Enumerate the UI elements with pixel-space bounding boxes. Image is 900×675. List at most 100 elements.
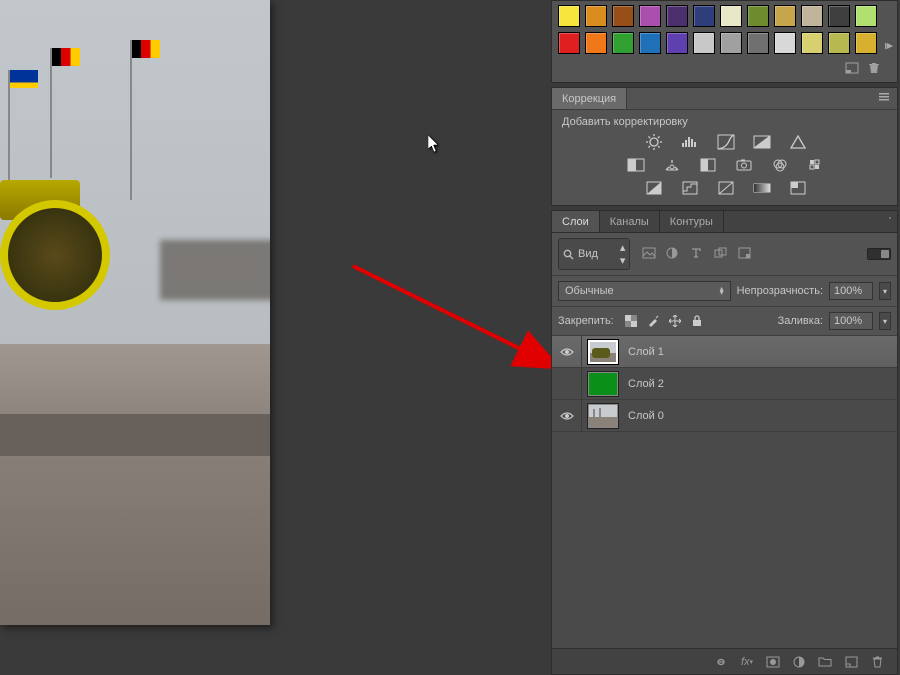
layer-name-label[interactable]: Слой 2 [628, 378, 664, 390]
swatch[interactable] [801, 5, 823, 27]
visibility-toggle[interactable] [552, 336, 582, 367]
swatch[interactable] [747, 5, 769, 27]
threshold-icon[interactable] [715, 179, 737, 197]
fill-stepper[interactable]: ▾ [879, 312, 891, 330]
invert-icon[interactable] [643, 179, 665, 197]
lock-pixels-icon[interactable] [646, 314, 660, 328]
layer-row[interactable]: Слой 2 [552, 368, 897, 400]
photo-filter-icon[interactable] [733, 156, 755, 174]
tab-channels[interactable]: Каналы [600, 211, 660, 232]
swatch[interactable] [612, 5, 634, 27]
adjustments-tab-bar: Коррекция [552, 88, 897, 110]
lock-transparency-icon[interactable] [624, 314, 638, 328]
selective-color-icon[interactable] [787, 179, 809, 197]
eye-icon [560, 347, 574, 357]
layer-thumbnail[interactable] [588, 372, 618, 396]
panel-menu-icon[interactable] [885, 41, 899, 55]
swatch[interactable] [855, 32, 877, 54]
filter-smartobject-icon[interactable] [738, 247, 754, 261]
canvas-workspace [0, 0, 540, 675]
filter-shape-icon[interactable] [714, 247, 730, 261]
adjustment-layer-icon[interactable] [791, 655, 807, 669]
visibility-toggle[interactable] [552, 368, 582, 399]
swatch[interactable] [828, 5, 850, 27]
adjustments-tab[interactable]: Коррекция [552, 88, 627, 109]
layer-thumbnail[interactable] [588, 340, 618, 364]
brightness-contrast-icon[interactable] [643, 133, 665, 151]
swatch[interactable] [558, 5, 580, 27]
swatch[interactable] [774, 32, 796, 54]
layer-fx-icon[interactable]: fx▾ [739, 655, 755, 669]
visibility-toggle[interactable] [552, 400, 582, 431]
lock-position-icon[interactable] [668, 314, 682, 328]
hue-saturation-icon[interactable] [625, 156, 647, 174]
blend-mode-dropdown[interactable]: Обычные▴▾ [558, 281, 731, 301]
channel-mixer-icon[interactable] [769, 156, 791, 174]
tab-paths[interactable]: Контуры [660, 211, 724, 232]
swatch[interactable] [585, 32, 607, 54]
layer-mask-icon[interactable] [765, 655, 781, 669]
new-swatch-icon[interactable] [843, 60, 861, 76]
panel-menu-icon[interactable] [883, 211, 897, 225]
color-balance-icon[interactable] [661, 156, 683, 174]
blend-opacity-row: Обычные▴▾ Непрозрачность: 100% ▾ [552, 276, 897, 307]
swatch[interactable] [666, 32, 688, 54]
layers-footer: fx▾ [552, 648, 897, 674]
lock-all-icon[interactable] [690, 314, 704, 328]
swatch[interactable] [720, 5, 742, 27]
swatch[interactable] [639, 5, 661, 27]
exposure-icon[interactable] [751, 133, 773, 151]
opacity-label: Непрозрачность: [737, 285, 823, 297]
layer-row[interactable]: Слой 0 [552, 400, 897, 432]
gradient-map-icon[interactable] [751, 179, 773, 197]
swatch[interactable] [720, 32, 742, 54]
filter-adjustment-icon[interactable] [666, 247, 682, 261]
layer-name-label[interactable]: Слой 1 [628, 346, 664, 358]
layer-thumbnail[interactable] [588, 404, 618, 428]
group-icon[interactable] [817, 655, 833, 669]
layer-filter-bar: Вид ▴▾ [552, 233, 897, 276]
swatch[interactable] [693, 32, 715, 54]
swatch[interactable] [855, 5, 877, 27]
opacity-stepper[interactable]: ▾ [879, 282, 891, 300]
black-white-icon[interactable] [697, 156, 719, 174]
trash-icon[interactable] [865, 60, 883, 76]
layer-name-label[interactable]: Слой 0 [628, 410, 664, 422]
layers-tab-bar: Слои Каналы Контуры [552, 211, 897, 233]
vibrance-icon[interactable] [787, 133, 809, 151]
swatch[interactable] [693, 5, 715, 27]
levels-icon[interactable] [679, 133, 701, 151]
eye-icon [560, 411, 574, 421]
swatch-grid [558, 5, 891, 54]
panel-menu-icon[interactable] [879, 92, 893, 106]
trash-icon[interactable] [869, 655, 885, 669]
filter-type-icon[interactable] [690, 247, 706, 261]
color-lookup-icon[interactable] [805, 156, 827, 174]
fill-field[interactable]: 100% [829, 312, 873, 330]
curves-icon[interactable] [715, 133, 737, 151]
document-canvas[interactable] [0, 0, 270, 625]
swatch[interactable] [828, 32, 850, 54]
filter-kind-dropdown[interactable]: Вид ▴▾ [558, 238, 630, 270]
tab-layers[interactable]: Слои [552, 211, 600, 232]
filter-pixel-icon[interactable] [642, 247, 658, 261]
swatch[interactable] [774, 5, 796, 27]
lock-fill-row: Закрепить: Заливка: 100% ▾ [552, 307, 897, 336]
fill-label: Заливка: [778, 315, 823, 327]
new-layer-icon[interactable] [843, 655, 859, 669]
swatch[interactable] [612, 32, 634, 54]
layer-row[interactable]: Слой 1 [552, 336, 897, 368]
swatch[interactable] [666, 5, 688, 27]
layer-list: Слой 1 Слой 2 Слой 0 [552, 336, 897, 648]
opacity-field[interactable]: 100% [829, 282, 873, 300]
swatch[interactable] [585, 5, 607, 27]
posterize-icon[interactable] [679, 179, 701, 197]
mouse-cursor-icon [428, 135, 440, 153]
filter-toggle-switch[interactable] [867, 248, 891, 260]
swatch[interactable] [558, 32, 580, 54]
swatch[interactable] [801, 32, 823, 54]
search-icon [563, 249, 574, 260]
link-layers-icon[interactable] [713, 655, 729, 669]
swatch[interactable] [639, 32, 661, 54]
swatch[interactable] [747, 32, 769, 54]
